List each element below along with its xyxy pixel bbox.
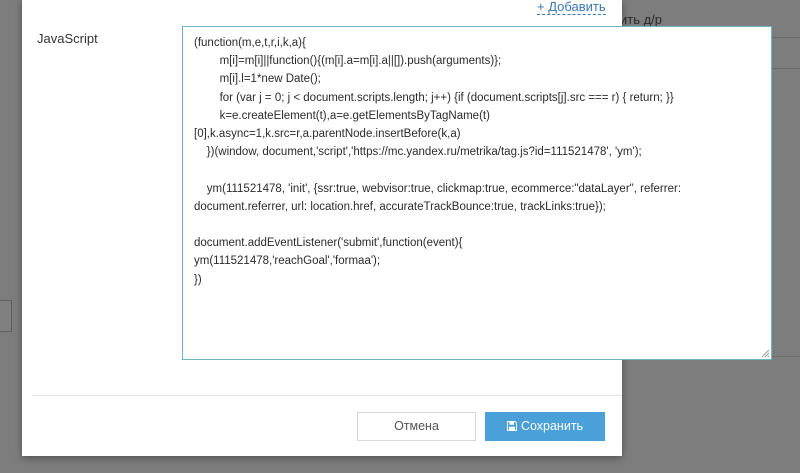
- javascript-code-text: (function(m,e,t,r,i,k,a){ m[i]=m[i]||fun…: [194, 37, 682, 286]
- save-button[interactable]: Сохранить: [485, 412, 605, 441]
- javascript-code-textarea[interactable]: (function(m,e,t,r,i,k,a){ m[i]=m[i]||fun…: [182, 26, 772, 360]
- save-button-label: Сохранить: [520, 419, 584, 433]
- background-input-edge: [0, 300, 12, 332]
- cancel-button[interactable]: Отмена: [357, 412, 476, 441]
- resize-grip-icon[interactable]: [761, 349, 770, 358]
- footer-divider: [32, 395, 622, 396]
- floppy-disk-icon: [506, 421, 517, 431]
- cancel-button-label: Отмена: [394, 419, 439, 433]
- settings-modal: + Добавить JavaScript (function(m,e,t,r,…: [22, 0, 772, 456]
- add-link[interactable]: + Добавить: [537, 0, 606, 15]
- javascript-field-label: JavaScript: [37, 31, 98, 46]
- background-partial-text: ить д/р: [620, 12, 663, 27]
